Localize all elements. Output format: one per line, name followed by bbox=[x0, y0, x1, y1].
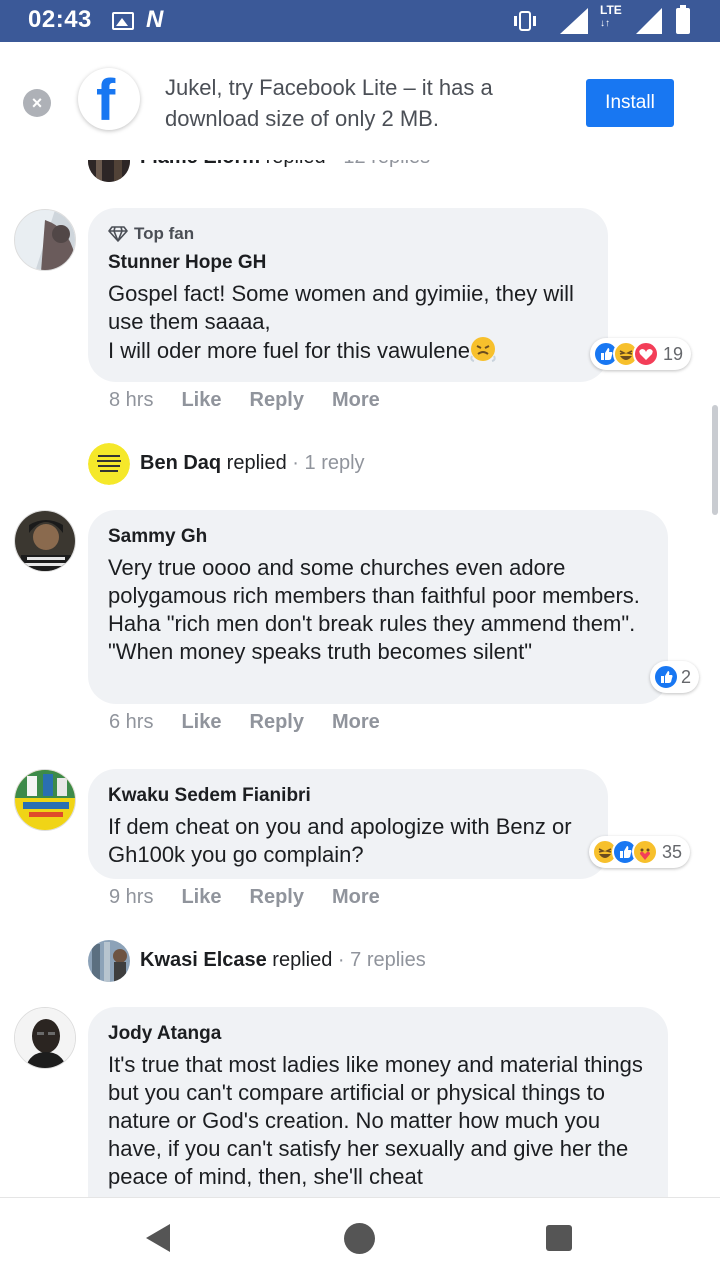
avatar[interactable] bbox=[14, 209, 76, 271]
status-bar: 02:43 N LTE ↓↑ bbox=[0, 0, 720, 42]
comment-actions: 9 hrs Like Reply More bbox=[109, 886, 380, 909]
like-button[interactable]: Like bbox=[181, 711, 221, 734]
lte-icon: LTE ↓↑ bbox=[600, 3, 622, 29]
promo-message: Jukel, try Facebook Lite – it has a down… bbox=[165, 75, 493, 131]
comment-bubble[interactable]: Kwaku Sedem Fianibri If dem cheat on you… bbox=[88, 769, 608, 879]
close-icon[interactable]: × bbox=[23, 89, 51, 117]
care-reaction-icon bbox=[632, 839, 658, 865]
avatar bbox=[88, 443, 130, 485]
reaction-count: 19 bbox=[663, 343, 684, 364]
reply-button[interactable]: Reply bbox=[250, 886, 304, 909]
love-reaction-icon bbox=[633, 341, 659, 367]
comment-text: Very true oooo and some churches even ad… bbox=[108, 555, 640, 664]
scrollbar[interactable] bbox=[712, 405, 718, 515]
system-navigation-bar bbox=[0, 1197, 720, 1280]
n-notification-icon: N bbox=[146, 6, 164, 33]
reply-author: Ben Daq bbox=[140, 452, 222, 474]
comment-text: It's true that most ladies like money an… bbox=[108, 1052, 643, 1189]
recent-apps-icon[interactable] bbox=[546, 1225, 572, 1251]
diamond-icon bbox=[108, 226, 128, 242]
comment-time: 6 hrs bbox=[109, 711, 154, 733]
avatar[interactable] bbox=[14, 510, 76, 572]
steaming-face-emoji-icon bbox=[470, 337, 496, 362]
reply-button[interactable]: Reply bbox=[250, 389, 304, 412]
comment-feed[interactable]: Flame Elorm replied · 12 replies Top fan… bbox=[0, 160, 720, 1197]
more-button[interactable]: More bbox=[332, 886, 380, 909]
reply-button[interactable]: Reply bbox=[250, 711, 304, 734]
signal-icon bbox=[560, 8, 588, 34]
comment-text: If dem cheat on you and apologize with B… bbox=[108, 814, 572, 867]
comment-actions: 6 hrs Like Reply More bbox=[109, 711, 380, 734]
comment-bubble[interactable]: Top fan Stunner Hope GH Gospel fact! Som… bbox=[88, 208, 608, 382]
like-button[interactable]: Like bbox=[181, 389, 221, 412]
reaction-summary[interactable]: 2 bbox=[650, 661, 700, 693]
avatar[interactable] bbox=[14, 769, 76, 831]
comment-author[interactable]: Stunner Hope GH bbox=[108, 252, 588, 274]
like-reaction-icon bbox=[653, 664, 679, 690]
install-button[interactable]: Install bbox=[586, 79, 674, 127]
comment-time: 9 hrs bbox=[109, 886, 154, 908]
more-button[interactable]: More bbox=[332, 711, 380, 734]
gallery-icon bbox=[112, 12, 134, 30]
comment-author[interactable]: Kwaku Sedem Fianibri bbox=[108, 785, 588, 807]
top-fan-badge: Top fan bbox=[108, 224, 588, 244]
comment-actions: 8 hrs Like Reply More bbox=[109, 389, 380, 412]
facebook-lite-promo: × f Jukel, try Facebook Lite – it has a … bbox=[0, 42, 720, 160]
reaction-summary[interactable]: 35 bbox=[589, 836, 691, 868]
reply-author: Flame Elorm bbox=[140, 160, 260, 168]
avatar bbox=[88, 940, 130, 982]
like-button[interactable]: Like bbox=[181, 886, 221, 909]
comment-author[interactable]: Sammy Gh bbox=[108, 526, 648, 548]
vibrate-icon bbox=[514, 11, 536, 31]
status-time: 02:43 bbox=[28, 6, 92, 33]
comment-time: 8 hrs bbox=[109, 389, 154, 411]
battery-icon bbox=[676, 5, 690, 34]
back-icon[interactable] bbox=[146, 1224, 170, 1252]
reply-author: Kwasi Elcase bbox=[140, 949, 267, 971]
comment-text: Gospel fact! Some women and gyimiie, the… bbox=[108, 281, 574, 363]
signal-icon bbox=[636, 8, 662, 34]
reaction-count: 2 bbox=[681, 666, 692, 687]
comment-bubble[interactable]: Sammy Gh Very true oooo and some churche… bbox=[88, 510, 668, 704]
facebook-logo-icon: f bbox=[78, 68, 140, 132]
avatar[interactable] bbox=[14, 1007, 76, 1069]
reaction-summary[interactable]: 19 bbox=[590, 338, 692, 370]
avatar bbox=[88, 160, 130, 182]
comment-author[interactable]: Jody Atanga bbox=[108, 1023, 648, 1045]
reaction-count: 35 bbox=[662, 841, 683, 862]
comment-bubble[interactable]: Jody Atanga It's true that most ladies l… bbox=[88, 1007, 668, 1197]
home-icon[interactable] bbox=[344, 1223, 375, 1254]
more-button[interactable]: More bbox=[332, 389, 380, 412]
